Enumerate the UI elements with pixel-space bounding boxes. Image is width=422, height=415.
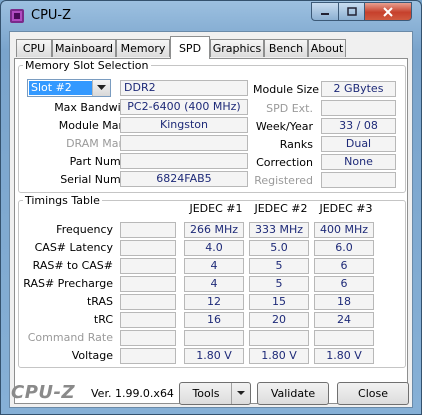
timing-cell: 6 [314,276,374,292]
timing-cell: 18 [314,294,374,310]
timing-row-label: Frequency [56,223,113,236]
version-label: Ver. 1.99.0.x64 [91,387,174,400]
timing-cell: 5 [249,258,309,274]
timing-row-label: tRAS [86,295,113,308]
timing-cell: 20 [249,312,309,328]
timing-cell: 6.0 [314,240,374,256]
timings-col-jedec-2: JEDEC #2 [254,202,308,215]
slot-select-dropdown[interactable] [92,80,110,96]
timing-row-label: Command Rate [27,331,113,344]
timing-blank-cell [120,348,176,364]
timing-cell: 1.80 V [249,348,309,364]
cpuz-logo: CPU-Z [11,382,76,403]
timing-cell: 333 MHz [249,222,309,238]
dram-manuf-value [120,135,248,151]
timing-row-label: CAS# Latency [34,241,113,254]
correction-value: None [321,154,396,170]
serial-number-value: 6824FAB5 [120,171,248,187]
timings-col-jedec-3: JEDEC #3 [319,202,373,215]
timing-cell: 5.0 [249,240,309,256]
close-button[interactable]: Close [337,382,409,405]
timing-cell [184,330,244,346]
timing-cell: 6 [314,258,374,274]
timing-cell [249,330,309,346]
timing-cell: 400 MHz [314,222,374,238]
window-title: CPU-Z [31,8,72,23]
registered-label: Registered [254,174,313,187]
correction-label: Correction [256,156,313,169]
timing-row-label: Voltage [71,349,113,362]
tools-button-label: Tools [192,387,220,400]
close-window-button[interactable] [364,2,412,21]
maximize-icon [346,7,357,16]
registered-value [321,172,396,188]
timing-blank-cell [120,330,176,346]
module-size-value: 2 GBytes [321,81,396,97]
timing-cell: 266 MHz [184,222,244,238]
tab-bench[interactable]: Bench [264,39,308,57]
memory-slot-legend: Memory Slot Selection [25,59,149,72]
timing-blank-cell [120,258,176,274]
timing-blank-cell [120,312,176,328]
spd-ext-value [321,100,396,116]
slot-select-value: Slot #2 [29,81,93,95]
timing-cell: 24 [314,312,374,328]
tab-mainboard[interactable]: Mainboard [52,39,116,57]
timing-row-label: tRC [93,313,113,326]
tab-memory[interactable]: Memory [116,39,170,57]
cpuz-app-icon [10,9,24,23]
timing-cell: 4 [184,276,244,292]
tab-cpu[interactable]: CPU [16,39,52,57]
week-year-value: 33 / 08 [321,118,396,134]
timing-cell: 4.0 [184,240,244,256]
timings-col-jedec-1: JEDEC #1 [189,202,243,215]
timing-blank-cell [120,240,176,256]
week-year-label: Week/Year [255,120,313,133]
maximize-button[interactable] [338,2,365,21]
title-bar[interactable]: CPU-Z [1,1,421,31]
max-bandwidth-value: PC2-6400 (400 MHz) [120,99,248,115]
module-manuf-value: Kingston [120,117,248,133]
timing-blank-cell [120,276,176,292]
module-size-label: Module Size [253,83,320,96]
timing-row-label: RAS# to CAS# [32,259,113,272]
timings-legend: Timings Table [25,194,100,207]
timing-cell: 16 [184,312,244,328]
ranks-label: Ranks [279,138,313,151]
tab-graphics[interactable]: Graphics [210,39,264,57]
timing-cell: 1.80 V [184,348,244,364]
timing-cell: 4 [184,258,244,274]
spd-ext-label: SPD Ext. [266,102,313,115]
part-number-value [120,153,248,169]
tools-button[interactable]: Tools [179,382,251,405]
memory-type-value: DDR2 [120,80,248,96]
ranks-value: Dual [321,136,396,152]
minimize-icon [321,12,329,15]
close-icon [383,6,393,17]
timing-blank-cell [120,222,176,238]
timing-cell: 1.80 V [314,348,374,364]
validate-button[interactable]: Validate [257,382,329,405]
chevron-down-icon [237,391,245,395]
timing-row-label: RAS# Precharge [23,277,113,290]
chevron-down-icon [97,85,106,90]
tools-dropdown[interactable] [231,383,250,404]
slot-select[interactable]: Slot #2 [27,79,111,97]
timing-cell [314,330,374,346]
cpuz-window: CPU-Z CPU Mainboard Memory SPD Graphics … [0,0,422,415]
timing-cell: 15 [249,294,309,310]
timing-blank-cell [120,294,176,310]
timing-cell: 12 [184,294,244,310]
minimize-button[interactable] [311,2,339,21]
tab-about[interactable]: About [308,39,346,57]
timing-cell: 5 [249,276,309,292]
tab-spd[interactable]: SPD [170,36,210,59]
